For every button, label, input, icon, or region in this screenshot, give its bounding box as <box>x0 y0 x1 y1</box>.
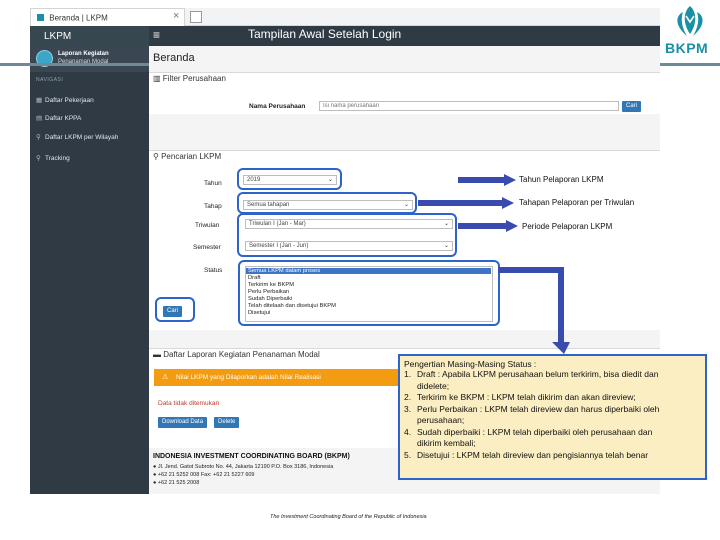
arrow-right-icon <box>458 220 518 232</box>
arrow-right-icon <box>458 174 516 186</box>
close-icon[interactable]: × <box>173 10 179 22</box>
warning-banner: ⚠ Nilai LKPM yang Dilaporkan adalah Nila… <box>154 369 404 386</box>
sidebar-item-daftar-pekerjaan[interactable]: ▦ Daftar Pekerjaan <box>36 96 94 104</box>
search-button-highlight <box>155 297 195 322</box>
warning-text: Nilai LKPM yang Dilaporkan adalah Nilai … <box>176 374 321 381</box>
periode-callout: Periode Pelaporan LKPM <box>522 222 613 231</box>
menu-icon[interactable]: ≡ <box>153 28 160 42</box>
sidebar: LKPM Laporan Kegiatan Penanaman Modal NA… <box>30 26 149 494</box>
list-icon: ▤ <box>36 115 43 122</box>
search-icon: ⚲ <box>153 152 162 161</box>
grid-icon: ▦ <box>36 97 43 104</box>
browser-tab-bar: Beranda | LKPM × <box>30 8 660 26</box>
bkpm-logo: BKPM <box>663 4 717 62</box>
tahun-highlight <box>237 168 342 190</box>
arrow-right-icon <box>418 197 514 209</box>
no-data-message: Data tidak ditemukan <box>158 400 220 407</box>
link-icon: ⚲ <box>36 155 41 162</box>
new-tab-icon[interactable] <box>190 11 202 23</box>
browser-tab-title: Beranda | LKPM <box>49 13 108 23</box>
list-item: dikirim kembali; <box>417 438 476 448</box>
arrow-down-icon <box>498 267 570 354</box>
filter-panel: ▥ Filter Perusahaan Nama Perusahaan Cari <box>149 72 660 114</box>
browser-tab[interactable]: Beranda | LKPM × <box>30 8 185 26</box>
list-item: 5. Disetujui : LKPM telah direview dan pe… <box>404 449 649 460</box>
search-panel-heading: ⚲ Pencarian LKPM <box>153 152 222 161</box>
app-brand[interactable]: LKPM <box>30 26 149 46</box>
tahun-label: Tahun <box>204 180 222 187</box>
list-item: 2. Terkirim ke BKPM : LKPM telah dikirim … <box>404 392 636 402</box>
tahap-highlight <box>237 192 417 214</box>
tahap-callout: Tahapan Pelaporan per Triwulan <box>519 198 635 207</box>
sidebar-item-label: Daftar Pekerjaan <box>45 97 94 104</box>
periode-highlight <box>237 213 457 257</box>
warning-icon: ⚠ <box>162 374 169 381</box>
slide-title: Tampilan Awal Setelah Login <box>248 27 402 41</box>
sidebar-nav-heading: NAVIGASI <box>36 77 64 83</box>
company-name-input[interactable] <box>319 101 619 111</box>
slide-footer: The Investment Coordinating Board of the… <box>270 514 427 520</box>
tahun-callout: Tahun Pelaporan LKPM <box>519 175 604 184</box>
list-item: 4. Sudah diperbaiki : LKPM telah diperbai… <box>404 426 653 437</box>
footer-address: ● Jl. Jend. Gatot Subroto No. 44, Jakart… <box>153 464 334 470</box>
list-panel-heading: ▬ Daftar Laporan Kegiatan Penanaman Moda… <box>153 350 320 359</box>
status-label: Status <box>204 267 223 274</box>
bkpm-logo-icon <box>677 6 703 36</box>
top-navbar: ≡ <box>149 26 660 46</box>
list-item: didelete; <box>417 380 450 391</box>
sidebar-item-label: Daftar KPPA <box>45 115 82 122</box>
tahap-label: Tahap <box>204 203 222 210</box>
status-highlight <box>238 260 500 326</box>
favicon-icon <box>37 14 44 22</box>
footer-fax: ● +62 21 525 2008 <box>153 480 200 486</box>
filter-panel-heading: ▥ Filter Perusahaan <box>153 74 226 83</box>
filter-search-button[interactable]: Cari <box>622 101 642 112</box>
list-item: perusahaan; <box>417 415 465 425</box>
sidebar-item-label: Tracking <box>45 155 70 162</box>
filter-icon: ▥ <box>153 74 163 83</box>
sidebar-item-label: Daftar LKPM per Wilayah <box>45 134 119 141</box>
page-title: Beranda <box>153 52 195 64</box>
semester-label: Semester <box>193 244 221 251</box>
status-explanation-box: Pengertian Masing-Masing Status : 1. Draf… <box>398 354 707 480</box>
sidebar-app-name-line1: Laporan Kegiatan <box>58 51 109 57</box>
link-icon: ⚲ <box>36 134 41 141</box>
sidebar-user-panel: Laporan Kegiatan Penanaman Modal <box>30 46 149 72</box>
sidebar-item-tracking[interactable]: ⚲ Tracking <box>36 154 70 162</box>
footer-heading: INDONESIA INVESTMENT COORDINATING BOARD … <box>153 453 350 460</box>
list-item: 1. Draft : Apabila LKPM perusahaan belum … <box>404 369 659 379</box>
sidebar-item-daftar-kppa[interactable]: ▤ Daftar KPPA <box>36 114 81 122</box>
footer-phone: ● +62 21 5252 008 Fax: +62 21 5227 609 <box>153 472 255 478</box>
status-box-title: Pengertian Masing-Masing Status : <box>404 359 537 369</box>
table-icon: ▬ <box>153 350 164 359</box>
logo-text: BKPM <box>665 40 709 56</box>
company-name-label: Nama Perusahaan <box>249 103 306 110</box>
triwulan-label: Triwulan <box>195 222 220 229</box>
sidebar-item-daftar-lkpm-wilayah[interactable]: ⚲ Daftar LKPM per Wilayah <box>36 133 118 141</box>
download-data-button[interactable]: Download Data <box>158 417 208 428</box>
delete-button[interactable]: Delete <box>214 417 240 428</box>
slide: Beranda | LKPM × LKPM Laporan Kegiatan P… <box>0 0 720 540</box>
list-item: 3. Perlu Perbaikan : LKPM telah direview … <box>404 403 660 414</box>
status-definition-list: 1. Draft : Apabila LKPM perusahaan belum … <box>404 369 700 461</box>
